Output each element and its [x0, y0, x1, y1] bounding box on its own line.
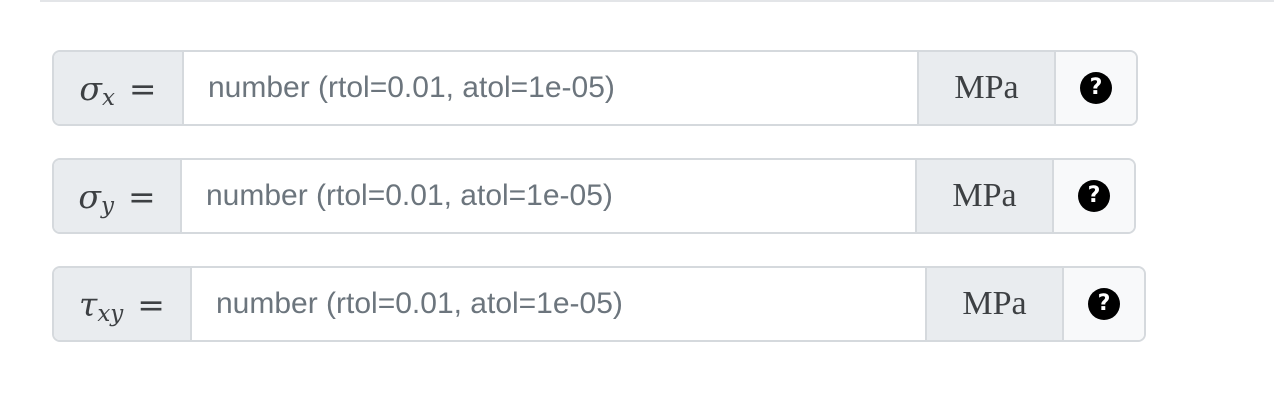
sigma-y-label: σ y = [54, 160, 182, 232]
sigma-y-subscript: y [100, 193, 114, 219]
top-divider [40, 0, 1274, 2]
tau-xy-symbol: τ [79, 284, 98, 324]
tau-xy-input[interactable] [192, 268, 925, 340]
question-circle-icon: ? [1088, 288, 1120, 320]
sigma-y-symbol: σ [78, 176, 101, 216]
sigma-x-input-group: σx = MPa ? [52, 50, 1138, 126]
tau-xy-unit: MPa [925, 268, 1064, 340]
tau-xy-label: τ xy = [54, 268, 192, 340]
sigma-y-unit: MPa [915, 160, 1054, 232]
sigma-x-input[interactable] [184, 52, 917, 124]
sigma-y-equals: = [127, 176, 156, 216]
sigma-y-input-group: σy = MPa ? [52, 158, 1136, 234]
sigma-x-label: σ x = [54, 52, 184, 124]
sigma-y-help-button[interactable]: ? [1054, 160, 1134, 232]
sigma-x-unit: MPa [917, 52, 1056, 124]
sigma-x-subscript: x [101, 85, 115, 111]
tau-xy-input-group: τxy = MPa ? [52, 266, 1146, 342]
sigma-x-help-button[interactable]: ? [1056, 52, 1136, 124]
tau-xy-subscript: xy [97, 301, 124, 327]
sigma-x-symbol: σ [79, 68, 102, 108]
tau-xy-equals: = [137, 284, 165, 324]
tau-xy-help-button[interactable]: ? [1064, 268, 1144, 340]
sigma-x-equals: = [128, 68, 157, 108]
question-circle-icon: ? [1078, 180, 1110, 212]
question-circle-icon: ? [1080, 72, 1112, 104]
sigma-y-input[interactable] [182, 160, 915, 232]
